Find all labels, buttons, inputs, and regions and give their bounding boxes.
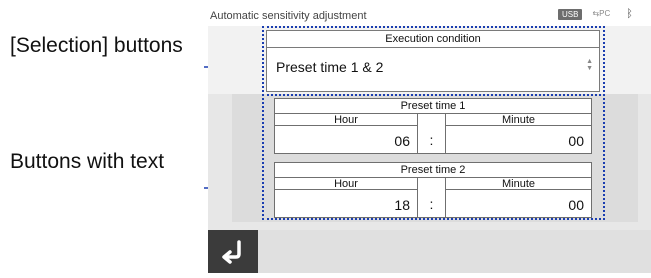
return-arrow-icon <box>222 240 241 264</box>
bottom-bar <box>208 230 651 273</box>
pc-connection-icon: ⇆PC <box>592 9 611 18</box>
text-buttons-highlight-frame <box>262 94 605 220</box>
screen-title: Automatic sensitivity adjustment <box>210 10 367 22</box>
device-screen: Automatic sensitivity adjustment USB ⇆PC… <box>208 0 651 273</box>
selection-highlight-frame <box>262 26 605 96</box>
bluetooth-icon: ᛒ <box>626 8 633 20</box>
status-icons: USB ⇆PC ᛒ <box>558 8 633 20</box>
title-bar: Automatic sensitivity adjustment USB ⇆PC… <box>208 0 651 26</box>
usb-icon: USB <box>558 8 583 20</box>
back-button[interactable] <box>208 230 258 273</box>
